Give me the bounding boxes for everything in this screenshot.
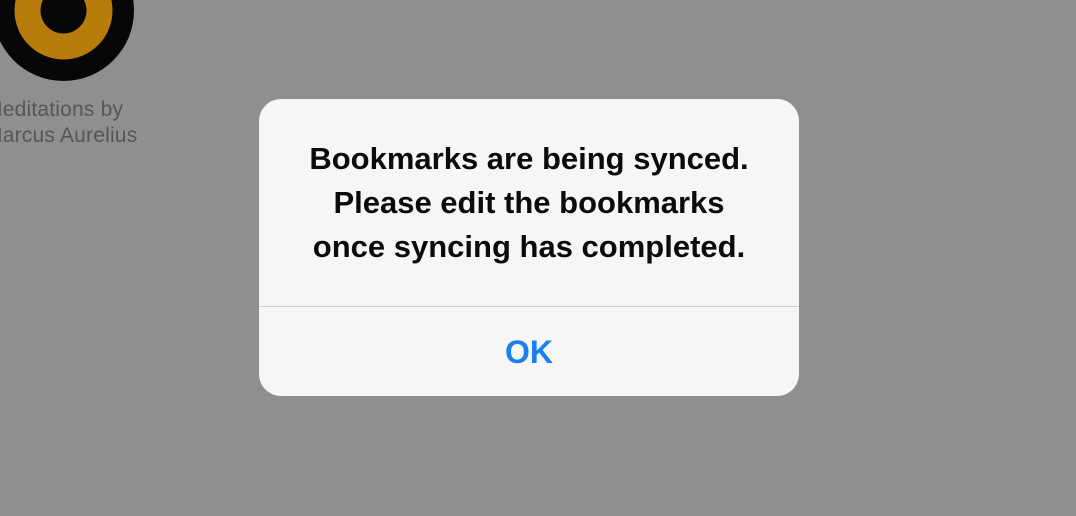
book-title-line: Meditations by xyxy=(0,98,124,121)
alert-message-line: Bookmarks are being synced. xyxy=(309,141,749,176)
book-cover-icon xyxy=(0,0,134,81)
book-title: Meditations by Marcus Aurelius xyxy=(0,97,165,149)
sync-alert-dialog: Bookmarks are being synced. Please edit … xyxy=(259,99,799,396)
book-item[interactable]: Meditations by Marcus Aurelius xyxy=(0,0,170,160)
alert-message: Bookmarks are being synced. Please edit … xyxy=(259,137,799,269)
ok-button[interactable]: OK xyxy=(259,307,799,396)
book-title-line: Marcus Aurelius xyxy=(0,124,138,147)
alert-message-line: Please edit the bookmarks xyxy=(333,185,725,220)
alert-message-line: once syncing has completed. xyxy=(312,229,746,264)
